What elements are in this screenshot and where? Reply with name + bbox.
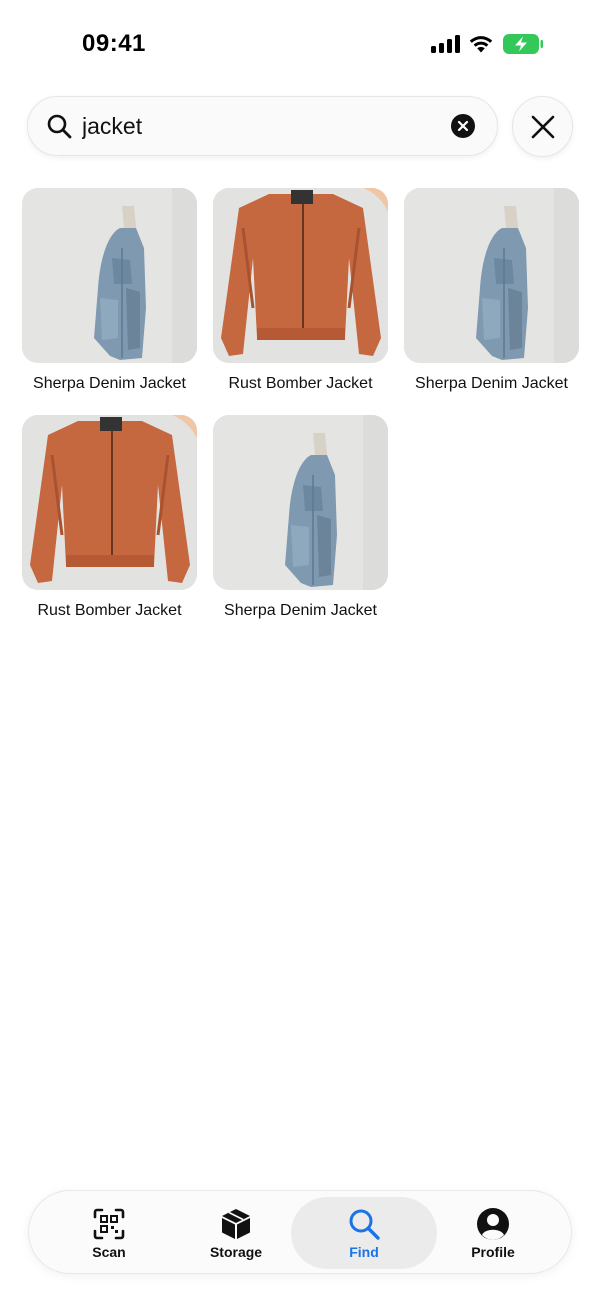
cellular-signal-icon [431,35,460,53]
close-search-button[interactable] [512,96,573,157]
qr-scan-icon [93,1208,125,1239]
search-input[interactable] [82,109,442,143]
result-label: Rust Bomber Jacket [228,375,373,392]
status-time: 09:41 [82,30,146,57]
result-card[interactable]: Rust Bomber Jacket [22,415,197,620]
battery-charging-icon [503,34,543,54]
tab-label: Storage [209,1243,263,1260]
status-icons [431,32,544,56]
tab-storage[interactable]: Storage [171,1197,301,1269]
tab-scan[interactable]: Scan [44,1197,174,1269]
tab-label: Scan [92,1243,126,1260]
result-label: Sherpa Denim Jacket [415,375,568,392]
result-card[interactable]: Sherpa Denim Jacket [404,188,579,393]
search-icon [349,1209,380,1240]
result-label: Sherpa Denim Jacket [33,375,186,392]
person-circle-icon [477,1207,509,1240]
wifi-icon [469,36,493,53]
result-label: Sherpa Denim Jacket [224,602,377,619]
denim-jacket-photo [22,188,197,363]
denim-jacket-photo [404,188,579,363]
result-card[interactable]: Rust Bomber Jacket [213,188,388,393]
denim-jacket-photo [213,415,388,590]
tab-label: Profile [471,1243,515,1260]
result-card[interactable]: Sherpa Denim Jacket [22,188,197,393]
find-screen: 09:41 jacket Sherpa Denim Jacket Rust Bo… [0,0,600,1303]
search-icon [47,114,72,139]
result-card[interactable]: Sherpa Denim Jacket [213,415,388,620]
tab-profile[interactable]: Profile [428,1197,558,1269]
clear-search-button[interactable] [451,114,475,138]
search-bar[interactable] [27,96,498,156]
bomber-jacket-photo [22,415,197,590]
result-label: Rust Bomber Jacket [37,602,182,619]
close-icon [531,115,554,138]
tab-label: Find [349,1243,379,1260]
status-bar: 09:41 [0,0,600,90]
tab-bar: Scan Storage Find Profile [28,1190,572,1274]
box-icon [222,1208,250,1239]
bomber-jacket-photo [213,188,388,363]
tab-find[interactable]: Find [291,1197,437,1269]
clear-circle-icon [457,120,469,132]
